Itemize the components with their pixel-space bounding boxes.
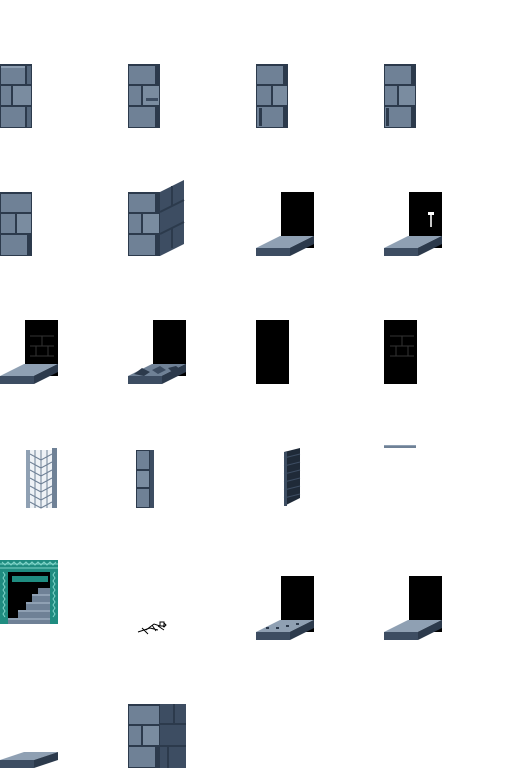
brick-wall-corner-sprite <box>128 180 185 256</box>
thin-ledge-sprite <box>384 445 416 448</box>
doorway-rubble-floor-tile <box>128 256 256 384</box>
tile-sheet <box>0 0 512 768</box>
iron-gate-tile <box>0 384 128 512</box>
iron-gate-sprite <box>26 448 57 509</box>
doorway-torch-tile <box>384 128 512 256</box>
brick-pillar-tile <box>128 0 256 128</box>
brick-pillar-sprite <box>0 192 32 256</box>
brick-pillar-tile <box>0 0 128 128</box>
doorway-floor-sprite <box>256 192 314 256</box>
doorway-torch-sprite <box>384 192 442 256</box>
shadow-column-tile <box>256 384 384 512</box>
doorway-floor-tile <box>256 128 384 256</box>
floor-slab-tile <box>0 640 128 768</box>
brick-wall-corner-sprite <box>128 704 186 768</box>
brick-wall-corner-tile <box>128 640 256 768</box>
brick-pillar-sprite <box>0 64 32 128</box>
shadow-column-sprite <box>283 448 301 506</box>
brick-pillar-sprite <box>128 64 160 128</box>
skeleton-bones-sprite <box>137 621 167 635</box>
skeleton-bones-tile <box>128 512 256 640</box>
brick-pillar-tile <box>384 0 512 128</box>
doorway-floor-tile <box>384 512 512 640</box>
thin-ledge-tile <box>384 384 512 512</box>
dark-passage-brick-tile <box>384 256 512 384</box>
doorway-floor-sprite <box>384 576 442 640</box>
brick-column-sprite <box>136 450 154 508</box>
brick-pillar-sprite <box>256 64 288 128</box>
dark-passage-sprite <box>256 320 289 384</box>
brick-pillar-tile <box>256 0 384 128</box>
dark-passage-tile <box>256 256 384 384</box>
floor-slab-sprite <box>0 752 58 768</box>
doorway-spikes-floor-tile <box>256 512 384 640</box>
doorway-rubble-floor-sprite <box>128 320 186 384</box>
stairway-exit-sprite <box>0 560 58 624</box>
brick-column-tile <box>128 384 256 512</box>
stairway-exit-tile <box>0 512 128 640</box>
dark-passage-brick-sprite <box>384 320 417 384</box>
doorway-brick-floor-sprite <box>0 320 58 384</box>
doorway-brick-floor-tile <box>0 256 128 384</box>
brick-wall-corner-tile <box>128 128 256 256</box>
brick-pillar-tile <box>0 128 128 256</box>
brick-pillar-sprite <box>384 64 416 128</box>
doorway-spikes-floor-sprite <box>256 576 314 640</box>
